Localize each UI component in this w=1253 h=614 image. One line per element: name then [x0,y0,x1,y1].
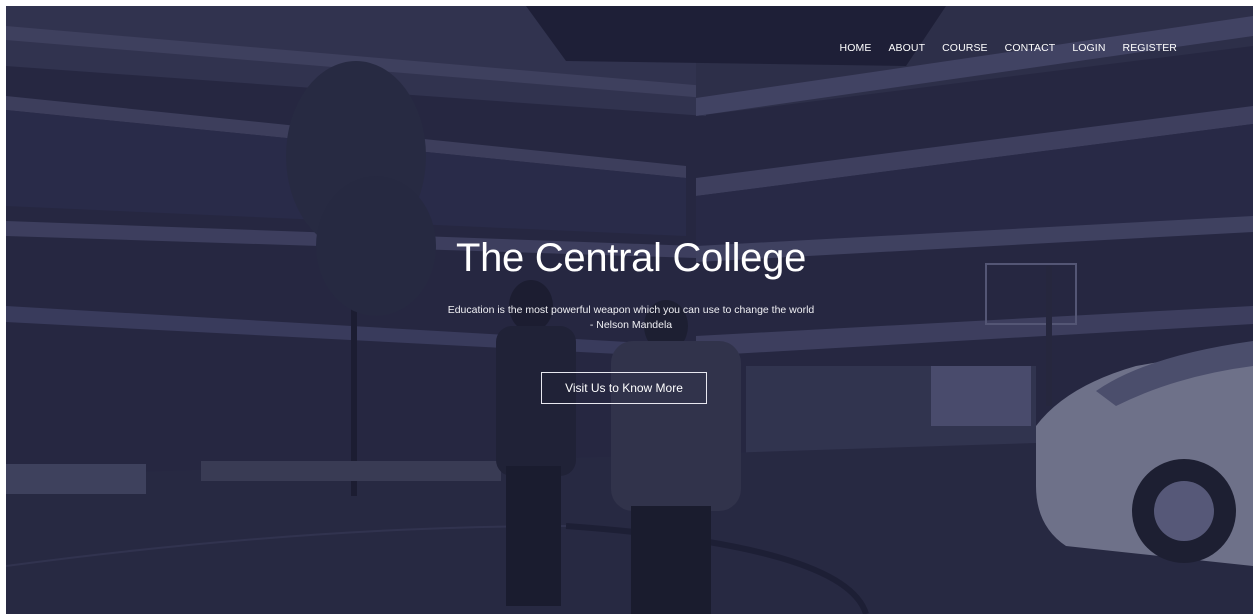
quote-author: - Nelson Mandela [589,319,673,331]
nav-login[interactable]: LOGIN [1072,42,1105,54]
hero-section: HOME ABOUT COURSE CONTACT LOGIN REGISTER… [6,6,1253,614]
page-title: The Central College [455,236,807,280]
nav-home[interactable]: HOME [840,42,872,54]
quote-text: Education is the most powerful weapon wh… [447,304,815,316]
nav-course[interactable]: COURSE [942,42,988,54]
visit-us-button[interactable]: Visit Us to Know More [541,372,707,404]
top-nav: HOME ABOUT COURSE CONTACT LOGIN REGISTER [823,42,1177,54]
nav-contact[interactable]: CONTACT [1005,42,1056,54]
hero-quote: Education is the most powerful weapon wh… [336,303,926,333]
nav-register[interactable]: REGISTER [1123,42,1177,54]
nav-about[interactable]: ABOUT [888,42,925,54]
